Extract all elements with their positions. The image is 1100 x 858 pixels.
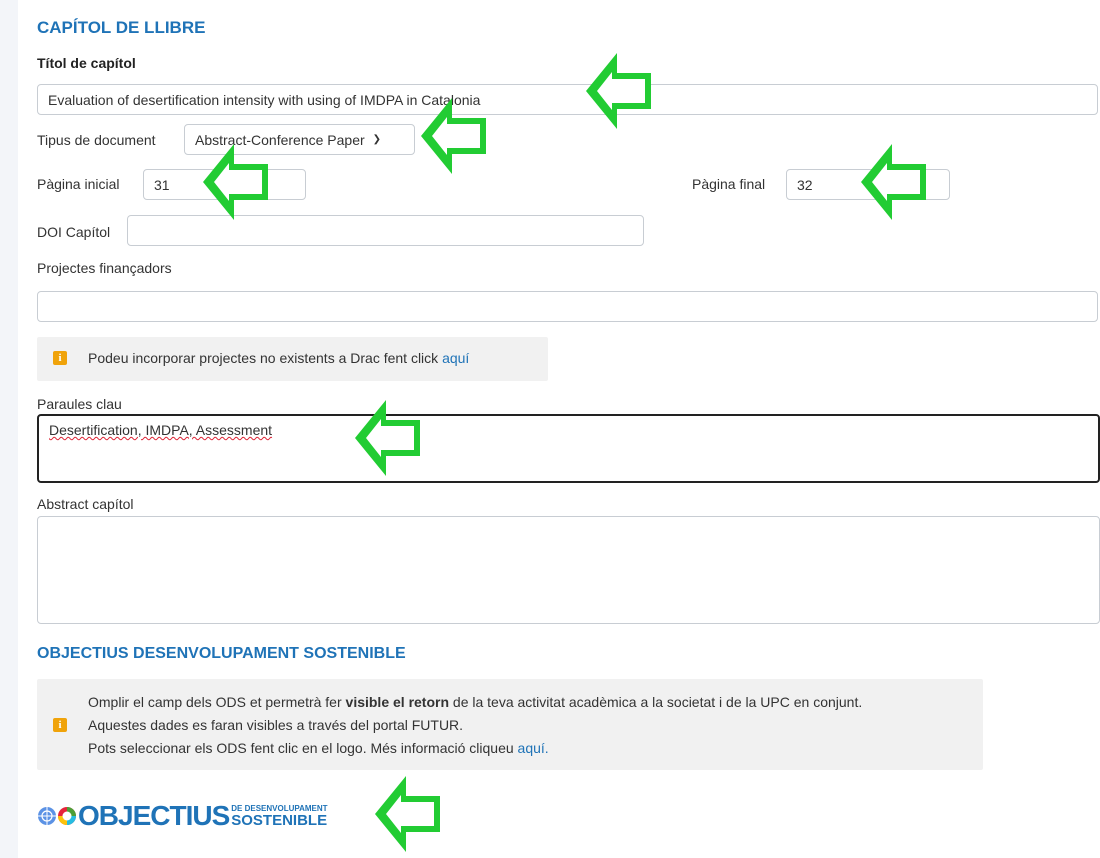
ods-info-line-1-pre: Omplir el camp dels ODS et permetrà fer	[88, 694, 346, 710]
ods-info-line-3-pre: Pots seleccionar els ODS fent clic en el…	[88, 740, 518, 756]
page-start-label: Pàgina inicial	[37, 176, 120, 192]
chapter-title-value: Evaluation of desertification intensity …	[48, 91, 481, 108]
keywords-label: Paraules clau	[37, 396, 122, 412]
ods-logo-small-bottom: SOSTENIBLE	[231, 811, 328, 829]
ods-info-link[interactable]: aquí.	[518, 740, 549, 756]
section-title-chapter: CAPÍTOL DE LLIBRE	[37, 18, 206, 37]
keywords-textarea[interactable]: Desertification, IMDPA, Assessment	[37, 414, 1100, 483]
abstract-textarea[interactable]	[37, 516, 1100, 624]
ods-logo-main-text: OBJECTIUS	[78, 800, 230, 831]
keywords-value: Desertification, IMDPA, Assessment	[49, 422, 273, 438]
ods-info-box: i Omplir el camp dels ODS et permetrà fe…	[37, 679, 983, 770]
projects-info-link[interactable]: aquí	[442, 350, 469, 366]
abstract-label: Abstract capítol	[37, 496, 134, 512]
ods-info-text: Omplir el camp dels ODS et permetrà fer …	[88, 691, 862, 760]
section-title-ods: OBJECTIUS DESENVOLUPAMENT SOSTENIBLE	[37, 645, 406, 662]
projects-info-text: Podeu incorporar projectes no existents …	[88, 350, 469, 366]
chapter-title-label: Títol de capítol	[37, 55, 136, 71]
doc-type-label: Tipus de document	[37, 132, 156, 148]
annotation-arrow-icon	[861, 144, 926, 220]
ods-logo[interactable]: OBJECTIUS DE DESENVOLUPAMENT SOSTENIBLE	[37, 798, 328, 834]
ods-info-line-1-post: de la teva activitat acadèmica a la soci…	[449, 694, 863, 710]
ods-info-line-3: Pots seleccionar els ODS fent clic en el…	[88, 737, 862, 760]
annotation-arrow-icon	[586, 53, 651, 129]
page-end-label: Pàgina final	[692, 176, 766, 192]
chevron-down-icon: ❯	[372, 134, 382, 145]
doi-label: DOI Capítol	[37, 224, 111, 240]
annotation-arrow-icon	[355, 400, 420, 476]
un-globe-icon	[38, 807, 76, 825]
annotation-arrow-icon	[421, 98, 486, 174]
chapter-title-input[interactable]: Evaluation of desertification intensity …	[37, 84, 1098, 115]
info-icon: i	[53, 351, 67, 365]
ods-logo-small-text: DE DESENVOLUPAMENT SOSTENIBLE	[231, 804, 328, 829]
ods-info-line-1: Omplir el camp dels ODS et permetrà fer …	[88, 691, 862, 714]
projects-input[interactable]	[37, 291, 1098, 322]
ods-info-line-2: Aquestes dades es faran visibles a travé…	[88, 717, 464, 733]
annotation-arrow-icon	[203, 144, 268, 220]
projects-label: Projectes finançadors	[37, 260, 172, 276]
projects-info-message: Podeu incorporar projectes no existents …	[88, 350, 443, 366]
annotation-arrow-icon	[375, 776, 440, 852]
left-rail	[0, 0, 18, 858]
ods-info-line-1-bold: visible el retorn	[345, 694, 450, 710]
page-start-value: 31	[154, 176, 170, 193]
projects-info-box: i Podeu incorporar projectes no existent…	[37, 337, 548, 381]
page-end-value: 32	[797, 176, 813, 193]
info-icon: i	[53, 718, 67, 732]
